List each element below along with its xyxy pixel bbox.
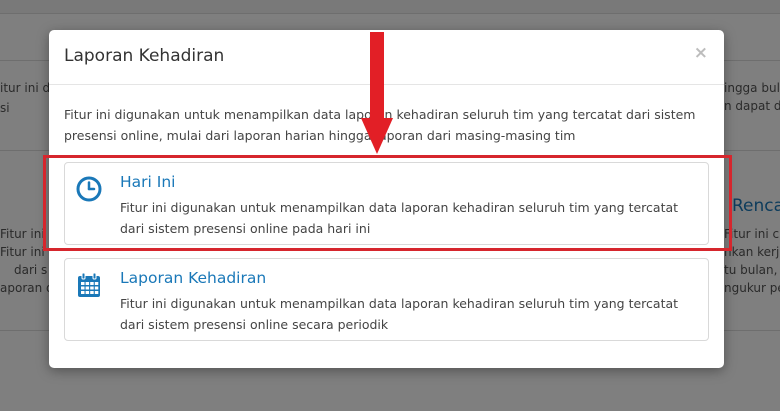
option-title: Hari Ini <box>120 173 176 191</box>
modal-description: Fitur ini digunakan untuk menampilkan da… <box>64 107 696 143</box>
attendance-report-modal: Laporan Kehadiran × Fitur ini digunakan … <box>49 30 724 368</box>
option-title: Laporan Kehadiran <box>120 269 267 287</box>
calendar-icon <box>78 272 100 297</box>
option-attendance-report[interactable]: Laporan Kehadiran Fitur ini digunakan un… <box>64 258 709 341</box>
modal-title: Laporan Kehadiran <box>64 46 225 66</box>
close-icon[interactable]: × <box>694 43 708 63</box>
clock-icon <box>76 176 102 202</box>
option-description: Fitur ini digunakan untuk menampilkan da… <box>120 296 679 332</box>
option-description: Fitur ini digunakan untuk menampilkan da… <box>120 200 679 236</box>
modal-header: Laporan Kehadiran × <box>49 30 724 85</box>
option-today[interactable]: Hari Ini Fitur ini digunakan untuk menam… <box>64 162 709 245</box>
